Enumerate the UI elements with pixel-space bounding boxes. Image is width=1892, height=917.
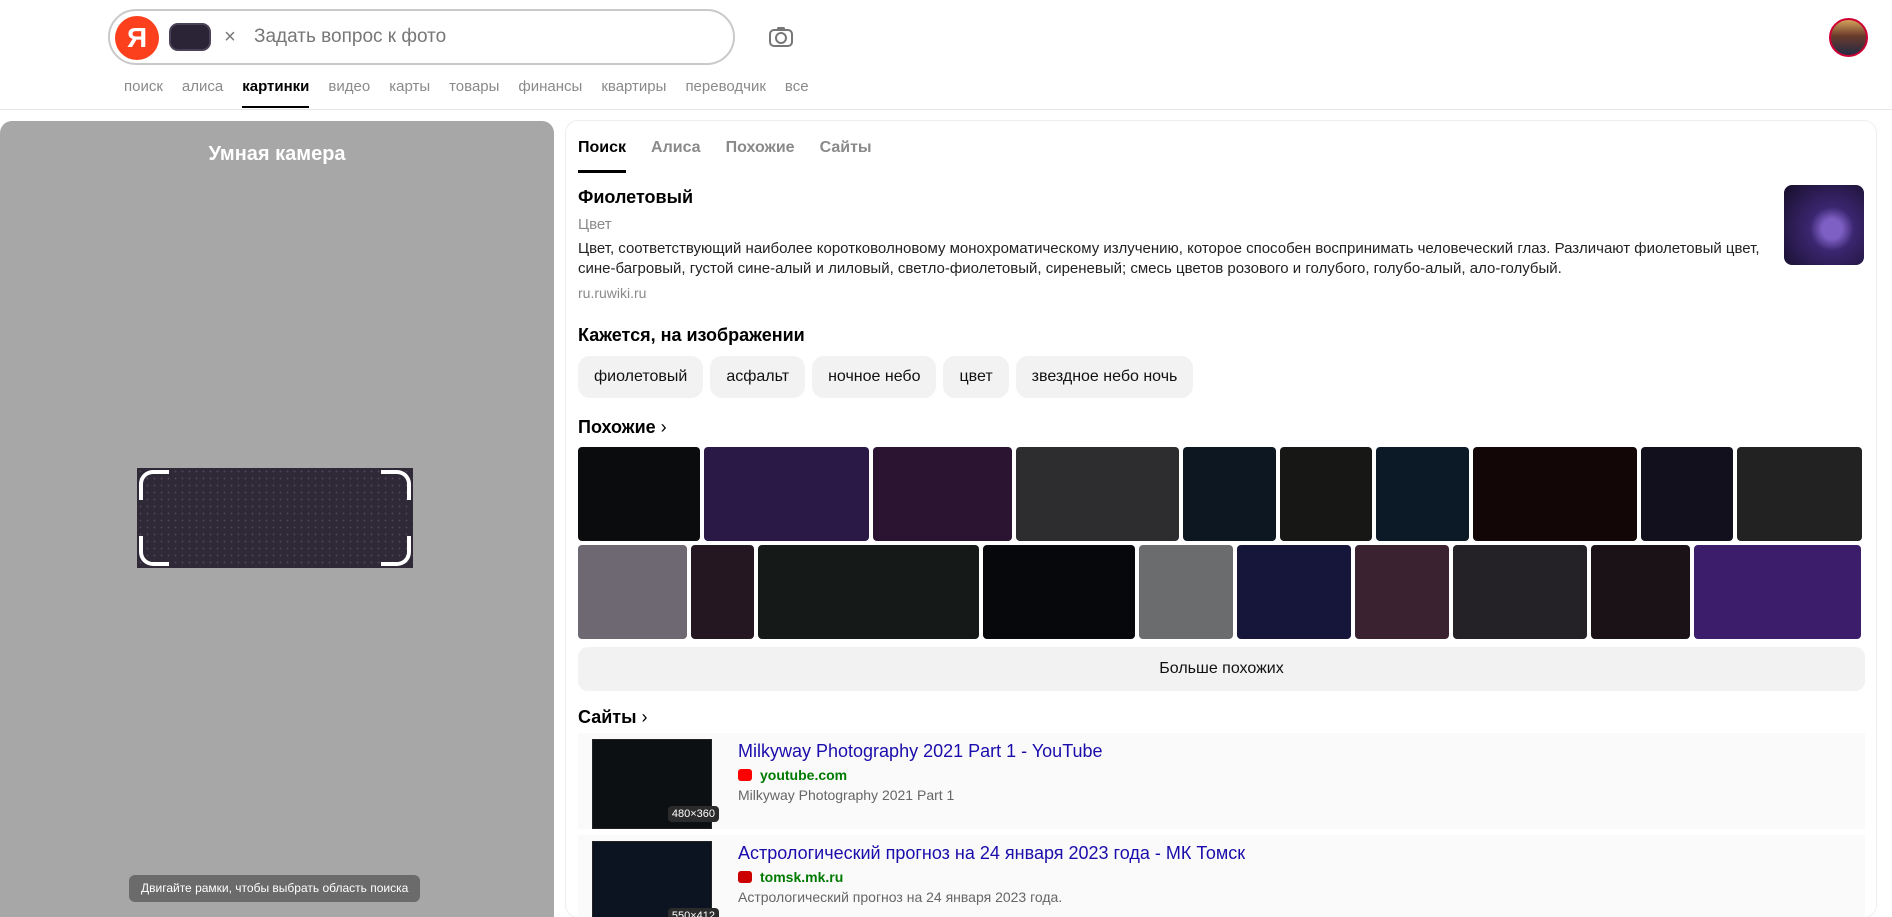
- similar-image[interactable]: [1355, 545, 1449, 639]
- tag-chip[interactable]: цвет: [943, 356, 1009, 398]
- camera-icon[interactable]: [767, 23, 795, 51]
- fact-image[interactable]: [1784, 185, 1864, 265]
- site-host[interactable]: youtube.com: [738, 767, 847, 783]
- similar-title-link[interactable]: Похожие ›: [578, 417, 667, 438]
- nav-finance[interactable]: финансы: [518, 78, 582, 108]
- crop-handle-top-left[interactable]: [139, 470, 169, 500]
- object-fact-card: Фиолетовый Цвет Цвет, соответствующий на…: [578, 187, 1778, 301]
- nav-search[interactable]: поиск: [124, 78, 163, 108]
- similar-image[interactable]: [1591, 545, 1690, 639]
- chevron-right-icon: ›: [660, 417, 667, 437]
- tag-chip[interactable]: фиолетовый: [578, 356, 704, 398]
- site-host-text: tomsk.mk.ru: [760, 869, 844, 885]
- smart-camera-panel: Умная камера Двигайте рамки, чтобы выбра…: [0, 121, 554, 917]
- similar-image[interactable]: [1139, 545, 1233, 639]
- image-dimensions: 480×360: [667, 806, 719, 822]
- nav-maps[interactable]: карты: [389, 78, 430, 108]
- crop-hint: Двигайте рамки, чтобы выбрать область по…: [129, 875, 421, 902]
- site-snippet: Астрологический прогноз на 24 января 202…: [738, 889, 1063, 905]
- camera-title: Умная камера: [208, 143, 346, 165]
- nav-realty[interactable]: квартиры: [601, 78, 666, 108]
- fact-title[interactable]: Фиолетовый: [578, 187, 1778, 208]
- more-similar-button[interactable]: Больше похожих: [578, 647, 1865, 691]
- crop-handle-bottom-left[interactable]: [139, 536, 169, 566]
- similar-image[interactable]: [1237, 545, 1351, 639]
- remove-image-close-icon[interactable]: ×: [218, 23, 242, 51]
- image-dimensions: 550×412: [667, 908, 719, 917]
- site-thumbnail[interactable]: 480×360: [592, 739, 719, 829]
- similar-image[interactable]: [758, 545, 979, 639]
- results-tabs: Поиск Алиса Похожие Сайты: [578, 139, 897, 173]
- results-panel: Поиск Алиса Похожие Сайты Фиолетовый Цве…: [566, 121, 1876, 917]
- site-host[interactable]: tomsk.mk.ru: [738, 869, 843, 885]
- similar-image[interactable]: [578, 545, 687, 639]
- tag-chips: фиолетовый асфальт ночное небо цвет звез…: [578, 356, 1194, 398]
- crop-handle-top-right[interactable]: [381, 470, 411, 500]
- crop-area[interactable]: [137, 468, 413, 568]
- site-title-link[interactable]: Milkyway Photography 2021 Part 1 - YouTu…: [738, 741, 1103, 762]
- mk-favicon-icon: [738, 871, 752, 883]
- site-host-text: youtube.com: [760, 767, 848, 783]
- site-thumbnail[interactable]: 550×412: [592, 841, 719, 917]
- similar-image[interactable]: [1183, 447, 1276, 541]
- seems-title: Кажется, на изображении: [578, 325, 805, 345]
- nav-images[interactable]: картинки: [242, 78, 310, 108]
- tag-chip[interactable]: звездное небо ночь: [1015, 356, 1194, 398]
- nav-all[interactable]: все: [785, 78, 809, 108]
- site-result[interactable]: 480×360 Milkyway Photography 2021 Part 1…: [578, 733, 1865, 829]
- nav-alice[interactable]: алиса: [182, 78, 223, 108]
- header: Я × поиск алиса картинки видео карты тов…: [0, 0, 1892, 110]
- image-query-thumbnail[interactable]: [169, 23, 211, 51]
- search-input[interactable]: [254, 19, 714, 55]
- tab-alice[interactable]: Алиса: [651, 139, 701, 173]
- nav-video[interactable]: видео: [328, 78, 370, 108]
- similar-image[interactable]: [704, 447, 869, 541]
- tab-search[interactable]: Поиск: [578, 139, 627, 173]
- similar-image[interactable]: [1473, 447, 1637, 541]
- youtube-icon: [738, 769, 752, 781]
- fact-subtitle: Цвет: [578, 216, 612, 233]
- similar-image[interactable]: [1280, 447, 1372, 541]
- tag-chip[interactable]: асфальт: [710, 356, 806, 398]
- similar-image[interactable]: [1453, 545, 1587, 639]
- fact-source-link[interactable]: ru.ruwiki.ru: [578, 285, 1778, 301]
- site-title-link[interactable]: Астрологический прогноз на 24 января 202…: [738, 843, 1245, 864]
- similar-image[interactable]: [1016, 447, 1179, 541]
- sites-title-link[interactable]: Сайты ›: [578, 707, 648, 728]
- nav-translator[interactable]: переводчик: [685, 78, 765, 108]
- similar-image[interactable]: [1641, 447, 1733, 541]
- tab-sites[interactable]: Сайты: [820, 139, 872, 173]
- service-nav: поиск алиса картинки видео карты товары …: [124, 78, 828, 108]
- similar-row-2: [578, 545, 1861, 639]
- crop-handle-bottom-right[interactable]: [381, 536, 411, 566]
- search-box[interactable]: Я ×: [108, 9, 735, 65]
- similar-image[interactable]: [691, 545, 754, 639]
- similar-image[interactable]: [578, 447, 700, 541]
- tab-similar[interactable]: Похожие: [726, 139, 795, 173]
- similar-image[interactable]: [983, 545, 1135, 639]
- site-snippet: Milkyway Photography 2021 Part 1: [738, 787, 955, 803]
- similar-image[interactable]: [1737, 447, 1862, 541]
- yandex-logo[interactable]: Я: [115, 16, 159, 60]
- similar-image[interactable]: [873, 447, 1012, 541]
- nav-products[interactable]: товары: [449, 78, 499, 108]
- user-avatar[interactable]: [1829, 18, 1868, 57]
- similar-image[interactable]: [1376, 447, 1469, 541]
- fact-description: Цвет, соответствующий наиболее коротково…: [578, 240, 1760, 277]
- sites-title: Сайты: [578, 707, 637, 727]
- similar-title: Похожие: [578, 417, 656, 437]
- similar-row-1: [578, 447, 1862, 541]
- tag-chip[interactable]: ночное небо: [812, 356, 937, 398]
- similar-image[interactable]: [1694, 545, 1861, 639]
- site-result[interactable]: 550×412 Астрологический прогноз на 24 ян…: [578, 835, 1865, 917]
- chevron-right-icon: ›: [641, 707, 648, 727]
